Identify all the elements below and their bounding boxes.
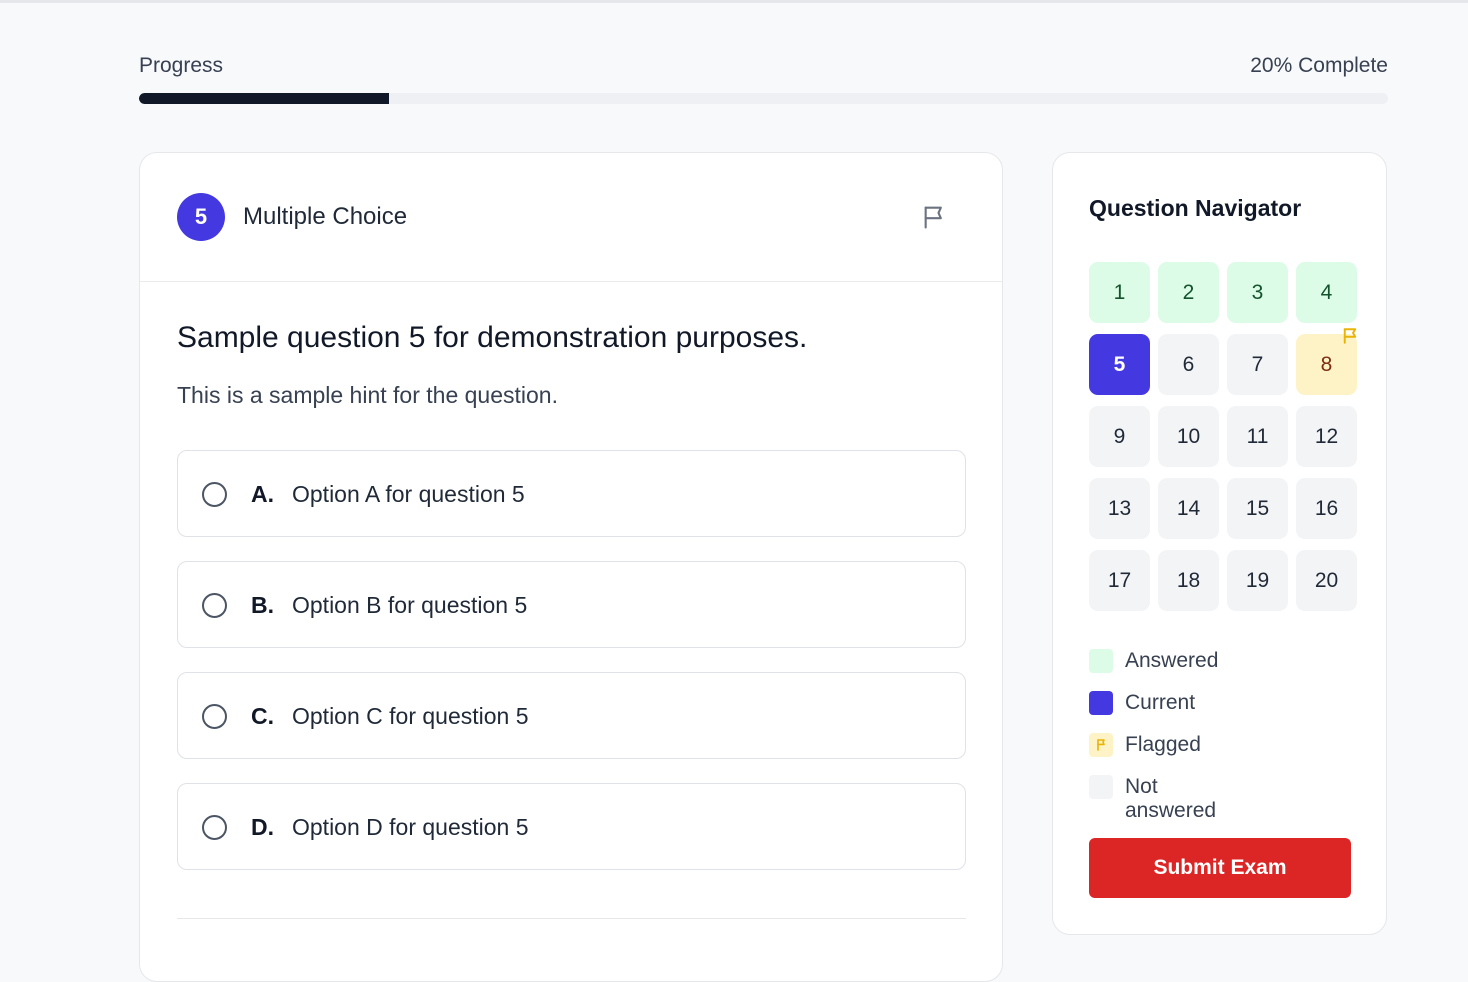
question-cell-label: 13 [1107, 496, 1132, 520]
legend-label: Answered [1125, 649, 1219, 672]
question-navigator: Question Navigator 1 2 3 4 5 6 7 8 9 10 11 12 13 14 15… [1052, 152, 1387, 935]
radio-icon[interactable] [202, 815, 227, 840]
option-letter: C. [251, 703, 274, 729]
question-cell-label: 12 [1314, 424, 1339, 448]
flag-icon [924, 206, 942, 229]
question-cell-label: 5 [1113, 352, 1126, 376]
question-cell-7[interactable]: 7 [1227, 334, 1288, 395]
question-cell-5[interactable]: 5 [1089, 334, 1150, 395]
flag-icon [1343, 328, 1357, 344]
option-letter: A. [251, 481, 274, 507]
option-d[interactable]: D. Option D for question 5 [177, 783, 966, 870]
question-cell-8[interactable]: 8 [1296, 328, 1357, 395]
option-letter: B. [251, 592, 274, 618]
progress-percentage: 20% Complete [1250, 54, 1388, 77]
flag-icon [1097, 739, 1105, 751]
question-grid: 1 2 3 4 5 6 7 8 9 10 11 12 13 14 15 16 17 18 19 20 [1089, 262, 1357, 611]
question-cell-label: 2 [1182, 280, 1195, 304]
question-cell-9[interactable]: 9 [1089, 406, 1150, 467]
question-cell-label: 10 [1176, 424, 1201, 448]
question-card: 5 Multiple Choice Sample question 5 for … [139, 152, 1003, 982]
question-cell-1[interactable]: 1 [1089, 262, 1150, 323]
option-text: Option B for question 5 [292, 592, 528, 618]
option-text: Option C for question 5 [292, 703, 529, 729]
question-cell-label: 7 [1251, 352, 1264, 376]
question-header: 5 Multiple Choice [140, 153, 1002, 282]
radio-icon[interactable] [202, 704, 227, 729]
question-text: Sample question 5 for demonstration purp… [177, 321, 808, 354]
question-cell-19[interactable]: 19 [1227, 550, 1288, 611]
option-text: Option A for question 5 [292, 481, 525, 507]
question-cell-10[interactable]: 10 [1158, 406, 1219, 467]
submit-exam-button[interactable]: Submit Exam [1089, 838, 1351, 898]
question-cell-11[interactable]: 11 [1227, 406, 1288, 467]
question-number-badge: 5 [177, 193, 225, 241]
question-cell-label: 16 [1314, 496, 1339, 520]
legend-label: Current [1125, 691, 1196, 714]
option-text: Option D for question 5 [292, 814, 529, 840]
question-cell-label: 4 [1320, 280, 1333, 304]
question-cell-12[interactable]: 12 [1296, 406, 1357, 467]
question-cell-label: 19 [1245, 568, 1270, 592]
question-cell-13[interactable]: 13 [1089, 478, 1150, 539]
top-divider [0, 0, 1468, 3]
question-cell-label: 20 [1314, 568, 1339, 592]
question-cell-label: 14 [1176, 496, 1201, 520]
radio-icon[interactable] [202, 593, 227, 618]
progress-bar-fill [139, 93, 389, 104]
navigator-title: Question Navigator [1089, 195, 1302, 221]
question-footer-divider [177, 918, 966, 919]
option-c[interactable]: C. Option C for question 5 [177, 672, 966, 759]
progress-label: Progress [139, 54, 224, 77]
flagged-swatch [1089, 733, 1113, 757]
question-cell-15[interactable]: 15 [1227, 478, 1288, 539]
flag-question-button[interactable] [921, 203, 949, 231]
question-cell-label: 17 [1107, 568, 1132, 592]
current-swatch [1089, 691, 1113, 715]
option-b[interactable]: B. Option B for question 5 [177, 561, 966, 648]
legend-label: Not answered [1125, 775, 1217, 822]
question-cell-18[interactable]: 18 [1158, 550, 1219, 611]
question-cell-label: 3 [1251, 280, 1264, 304]
question-cell-6[interactable]: 6 [1158, 334, 1219, 395]
not-answered-swatch [1089, 775, 1113, 799]
option-a[interactable]: A. Option A for question 5 [177, 450, 966, 537]
question-hint: This is a sample hint for the question. [177, 382, 558, 408]
question-cell-label: 18 [1176, 568, 1201, 592]
answered-swatch [1089, 649, 1113, 673]
question-type: Multiple Choice [243, 203, 408, 230]
question-cell-label: 1 [1113, 280, 1126, 304]
question-cell-16[interactable]: 16 [1296, 478, 1357, 539]
question-cell-3[interactable]: 3 [1227, 262, 1288, 323]
question-cell-2[interactable]: 2 [1158, 262, 1219, 323]
question-cell-label: 9 [1113, 424, 1126, 448]
question-cell-14[interactable]: 14 [1158, 478, 1219, 539]
question-cell-label: 8 [1320, 352, 1333, 376]
question-cell-label: 15 [1245, 496, 1270, 520]
question-cell-20[interactable]: 20 [1296, 550, 1357, 611]
legend-label: Flagged [1125, 733, 1201, 756]
question-cell-4[interactable]: 4 [1296, 262, 1357, 323]
option-letter: D. [251, 814, 274, 840]
question-cell-label: 6 [1182, 352, 1195, 376]
radio-icon[interactable] [202, 482, 227, 507]
progress-bar [139, 93, 1388, 104]
question-cell-label: 11 [1246, 424, 1269, 448]
question-cell-17[interactable]: 17 [1089, 550, 1150, 611]
